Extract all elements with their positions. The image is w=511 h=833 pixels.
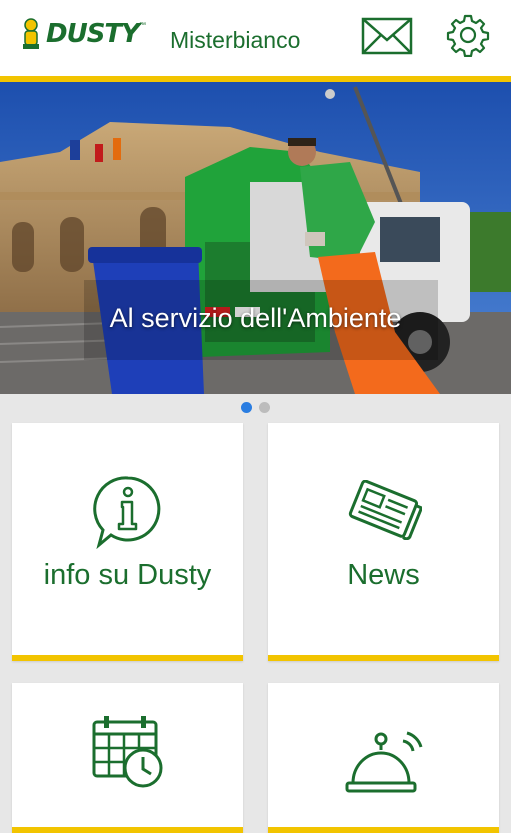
service-bell-icon: [345, 731, 423, 793]
info-icon: [93, 476, 161, 549]
messages-button[interactable]: [361, 16, 413, 56]
banner-carousel[interactable]: Al servizio dell'Ambiente: [0, 82, 511, 394]
city-name: Misterbianco: [170, 27, 301, 53]
tile-label: News: [347, 559, 420, 591]
tile-news[interactable]: News: [268, 423, 499, 661]
newspaper-icon: [348, 480, 422, 540]
tile-services[interactable]: [268, 683, 499, 833]
calendar-clock-icon: [92, 716, 163, 788]
pager-dot-1[interactable]: [241, 402, 252, 413]
gear-icon: [446, 14, 490, 58]
app-header: DUSTY ™ Misterbianco: [0, 0, 511, 76]
mascot-icon: [23, 18, 39, 49]
envelope-icon: [361, 17, 413, 55]
tile-info-dusty[interactable]: info su Dusty: [12, 423, 243, 661]
carousel-pager: [0, 402, 511, 414]
logo-text: DUSTY: [46, 19, 140, 49]
banner-caption: Al servizio dell'Ambiente: [109, 303, 402, 333]
tile-calendar[interactable]: [12, 683, 243, 833]
logo-trademark: ™: [138, 22, 146, 29]
pager-dot-2[interactable]: [259, 402, 270, 413]
tile-label: info su Dusty: [43, 559, 212, 591]
dusty-logo: DUSTY ™: [20, 14, 150, 54]
settings-button[interactable]: [446, 13, 490, 58]
